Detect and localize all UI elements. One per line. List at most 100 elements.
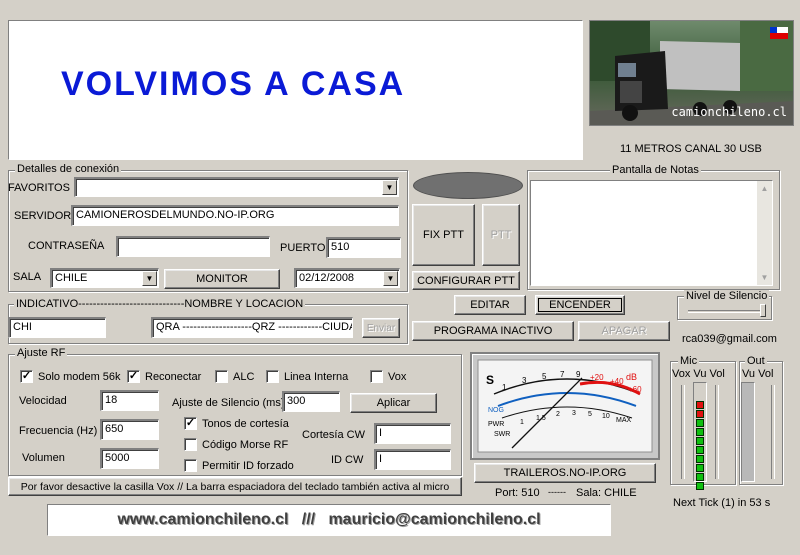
silencio-label: Ajuste de Silencio (ms)	[172, 397, 285, 409]
mic-vox-slider[interactable]	[681, 385, 685, 479]
checkbox-vox[interactable]	[370, 370, 383, 383]
volumen-input[interactable]: 5000	[100, 448, 159, 469]
checkbox-linea-interna-label: Linea Interna	[284, 371, 349, 383]
sala-value: CHILE	[55, 272, 88, 284]
id-cw-label: ID CW	[331, 454, 364, 466]
editar-button[interactable]: EDITAR	[454, 295, 526, 315]
notes-scrollbar[interactable]: ▲ ▼	[757, 181, 772, 285]
status-sep: ------	[548, 487, 566, 497]
checkbox-tonos[interactable]: ✓	[184, 417, 197, 430]
band-info: 11 METROS CANAL 30 USB	[620, 143, 762, 155]
meter-s-label: S	[486, 373, 494, 387]
checkbox-linea-interna[interactable]	[266, 370, 279, 383]
checkbox-solo-modem-label: Solo modem 56k	[38, 371, 121, 383]
checkbox-tonos-label: Tonos de cortesía	[202, 418, 289, 430]
id-cw-input[interactable]: I	[374, 449, 451, 470]
hint-bar: Por favor desactive la casilla Vox // La…	[8, 477, 462, 496]
mic-vu-meter	[693, 382, 707, 490]
mic-vu-segment	[696, 419, 704, 427]
date-value: 02/12/2008	[299, 272, 355, 284]
scroll-down-icon[interactable]: ▼	[757, 270, 772, 285]
velocidad-input[interactable]: 18	[100, 390, 159, 411]
aplicar-button[interactable]: Aplicar	[350, 393, 437, 413]
ptt-indicator-led	[413, 172, 523, 199]
checkbox-vox-label: Vox	[388, 371, 407, 383]
silence-slider-thumb[interactable]	[760, 304, 766, 317]
password-label: CONTRASEÑA	[28, 240, 105, 252]
silencio-input[interactable]: 300	[282, 391, 340, 412]
checkbox-morse-label: Código Morse RF	[202, 439, 289, 451]
frecuencia-input[interactable]: 650	[100, 419, 159, 440]
meter-tick-1: 1	[502, 383, 507, 392]
date-combo[interactable]: 02/12/2008 ▼	[294, 268, 400, 288]
encender-button[interactable]: ENCENDER	[535, 295, 625, 315]
meter-lower-5: 5	[588, 411, 592, 418]
volumen-label: Volumen	[22, 452, 65, 464]
meter-tick-3: 3	[522, 376, 527, 385]
out-vu-meter	[741, 382, 755, 482]
mic-vu-segment	[696, 473, 704, 481]
mic-columns: Vox Vu Vol	[672, 368, 725, 380]
banner-panel: VOLVIMOS A CASA	[8, 20, 583, 160]
indicativo-input[interactable]: CHI	[8, 317, 106, 338]
notes-textarea[interactable]: ▲ ▼	[530, 180, 773, 286]
meter-lower-15: 1.5	[536, 415, 546, 422]
meter-lower-max: MAX	[616, 417, 632, 424]
checkbox-reconectar-label: Reconectar	[145, 371, 202, 383]
silence-title: Nivel de Silencio	[684, 290, 770, 302]
servidor-input[interactable]: CAMIONEROSDELMUNDO.NO-IP.ORG	[71, 205, 399, 226]
out-vol-slider[interactable]	[771, 385, 775, 479]
status-room: Sala: CHILE	[576, 487, 637, 499]
fix-ptt-button[interactable]: FIX PTT	[412, 204, 475, 266]
monitor-button[interactable]: MONITOR	[164, 269, 280, 289]
ptt-button[interactable]: PTT	[482, 204, 520, 266]
meter-tick-p20: +20	[590, 373, 604, 382]
checkbox-morse[interactable]	[184, 438, 197, 451]
checkbox-solo-modem[interactable]: ✓	[20, 370, 33, 383]
meter-tick-p60: +60	[628, 385, 642, 394]
rf-group-title: Ajuste RF	[15, 347, 68, 359]
silence-slider-track[interactable]	[688, 310, 763, 313]
sala-combo[interactable]: CHILE ▼	[50, 268, 159, 288]
chevron-down-icon[interactable]: ▼	[142, 271, 157, 286]
next-tick: Next Tick (1) in 53 s	[673, 497, 771, 509]
apagar-button[interactable]: APAGAR	[578, 321, 670, 341]
footer-banner: www.camionchileno.cl /// mauricio@camion…	[47, 504, 611, 536]
truck-logo: camionchileno.cl	[589, 20, 794, 126]
chevron-down-icon[interactable]: ▼	[382, 180, 397, 195]
mic-vu-segment	[696, 410, 704, 418]
programa-inactivo-button[interactable]: PROGRAMA INACTIVO	[412, 321, 574, 341]
configurar-ptt-button[interactable]: CONFIGURAR PTT	[412, 271, 520, 290]
cortesia-cw-input[interactable]: I	[374, 423, 451, 444]
favoritos-combo[interactable]: ▼	[74, 177, 399, 197]
mic-vol-slider[interactable]	[715, 385, 719, 479]
mic-vu-segment	[696, 464, 704, 472]
meter-nog-label: NOG	[488, 407, 504, 414]
meter-tick-p40: +40	[610, 377, 624, 386]
enviar-button[interactable]: Enviar	[362, 318, 400, 338]
location-input[interactable]: QRA -------------------QRZ ------------C…	[151, 317, 353, 338]
server-button[interactable]: TRAILEROS.NO-IP.ORG	[474, 463, 656, 483]
out-title: Out	[745, 355, 767, 367]
checkbox-reconectar[interactable]: ✓	[127, 370, 140, 383]
puerto-input[interactable]: 510	[326, 237, 401, 258]
meter-swr-label: SWR	[494, 431, 510, 438]
scroll-up-icon[interactable]: ▲	[757, 181, 772, 196]
meter-tick-9: 9	[576, 370, 581, 379]
mic-vu-segment	[696, 482, 704, 490]
checkbox-alc[interactable]	[215, 370, 228, 383]
checkbox-permitir[interactable]	[184, 459, 197, 472]
sala-label: SALA	[13, 271, 42, 283]
mic-vu-segment	[696, 401, 704, 409]
checkbox-alc-label: ALC	[233, 371, 255, 383]
chevron-down-icon[interactable]: ▼	[383, 271, 398, 286]
meter-tick-5: 5	[542, 372, 547, 381]
connection-group-title: Detalles de conexión	[15, 163, 122, 175]
password-input[interactable]	[116, 236, 270, 257]
email-label: rca039@gmail.com	[682, 333, 777, 345]
servidor-label: SERVIDOR	[14, 210, 72, 222]
checkbox-permitir-label: Permitir ID forzado	[202, 460, 294, 472]
mic-vu-segment	[696, 455, 704, 463]
identity-header: INDICATIVO-----------------------------N…	[14, 298, 306, 310]
meter-tick-7: 7	[560, 370, 565, 379]
